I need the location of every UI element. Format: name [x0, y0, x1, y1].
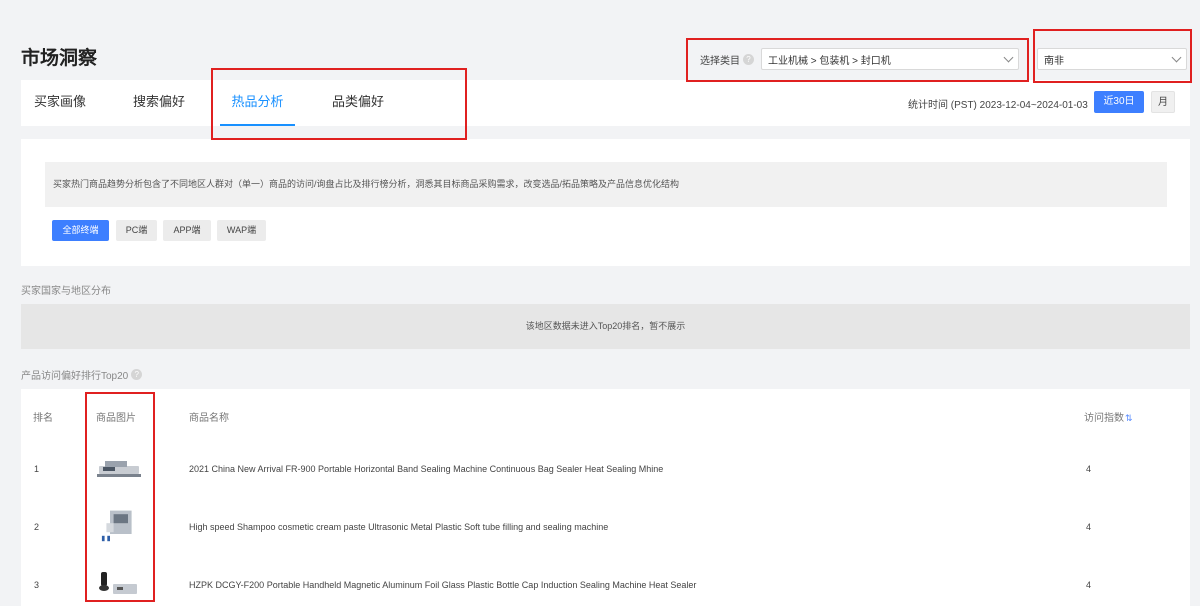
period-30-days-button[interactable]: 近30日	[1094, 91, 1144, 113]
table-row[interactable]: 1 2021 China New Arrival FR-900 Portable…	[21, 440, 1190, 498]
ranking-section-title: 产品访问偏好排行Top20 ?	[21, 367, 143, 382]
tab-label: 买家画像	[34, 94, 87, 109]
period-month-button[interactable]: 月	[1151, 91, 1175, 113]
tab-hot-product-analysis[interactable]: 热品分析	[220, 80, 295, 126]
induction-sealer-image[interactable]	[95, 568, 143, 604]
stat-time: 统计时间 (PST) 2023-12-04~2024-01-03	[908, 100, 1088, 111]
header-rank: 排名	[33, 413, 53, 424]
band-sealer-image[interactable]	[95, 451, 143, 487]
header-image: 商品图片	[96, 413, 136, 424]
tab-bar: 买家画像 搜索偏好 热品分析 品类偏好 统计时间 (PST) 2023-12-0…	[21, 80, 1190, 126]
help-icon[interactable]: ?	[743, 53, 754, 65]
region-empty-message: 该地区数据未进入Top20排名，暂不展示	[21, 304, 1190, 349]
active-tab-indicator	[220, 124, 295, 126]
region-value: 南非	[1044, 55, 1064, 67]
rank-cell: 2	[34, 522, 40, 532]
tab-label: 品类偏好	[332, 94, 385, 109]
header-product-name: 商品名称	[189, 413, 229, 424]
chevron-down-icon	[1003, 52, 1014, 62]
sort-icon[interactable]: ⇅	[1125, 413, 1133, 423]
category-label: 选择类目	[700, 55, 740, 67]
tab-label: 热品分析	[231, 94, 284, 109]
ranking-table: 排名 商品图片 商品名称 访问指数⇅ 1 2021 China New Arri…	[21, 389, 1190, 606]
table-row[interactable]: 2 High speed Shampoo cosmetic cream past…	[21, 498, 1190, 556]
region-section-title: 买家国家与地区分布	[21, 282, 111, 297]
category-value: 工业机械 > 包装机 > 封口机	[768, 55, 891, 67]
help-icon[interactable]: ?	[131, 369, 143, 380]
visit-index-cell: 4	[1086, 580, 1092, 590]
region-select[interactable]: 南非	[1037, 48, 1187, 70]
visit-index-cell: 4	[1086, 464, 1092, 474]
category-filter: 选择类目 ? 工业机械 > 包装机 > 封口机	[700, 48, 1019, 70]
chevron-down-icon	[1171, 52, 1182, 62]
tab-category-preference[interactable]: 品类偏好	[332, 80, 384, 126]
visit-index-cell: 4	[1086, 522, 1092, 532]
product-name-cell[interactable]: High speed Shampoo cosmetic cream paste …	[189, 522, 608, 532]
visit-index-label: 访问指数	[1084, 413, 1124, 424]
intro-text: 买家热门商品趋势分析包含了不同地区人群对（单一）商品的访问/询盘占比及排行榜分析…	[45, 162, 1167, 207]
terminal-pc-button[interactable]: PC端	[116, 220, 157, 241]
product-name-cell[interactable]: HZPK DCGY-F200 Portable Handheld Magneti…	[189, 580, 696, 590]
terminal-all-button[interactable]: 全部终端	[52, 220, 109, 241]
region-section-label: 买家国家与地区分布	[21, 286, 111, 297]
rank-cell: 3	[34, 580, 40, 590]
header-visit-index[interactable]: 访问指数⇅	[1084, 409, 1133, 424]
product-name-cell[interactable]: 2021 China New Arrival FR-900 Portable H…	[189, 464, 663, 474]
tab-buyer-profile[interactable]: 买家画像	[34, 80, 86, 126]
rank-cell: 1	[34, 464, 40, 474]
terminal-wap-button[interactable]: WAP端	[217, 220, 266, 241]
tab-label: 搜索偏好	[133, 94, 186, 109]
ranking-title: 产品访问偏好排行Top20	[21, 371, 129, 382]
tube-filler-image[interactable]	[95, 507, 143, 543]
terminal-app-button[interactable]: APP端	[163, 220, 211, 241]
category-select[interactable]: 工业机械 > 包装机 > 封口机	[761, 48, 1019, 70]
tab-search-preference[interactable]: 搜索偏好	[133, 80, 185, 126]
page-title: 市场洞察	[21, 48, 98, 69]
table-row[interactable]: 3 HZPK DCGY-F200 Portable Handheld Magne…	[21, 556, 1190, 606]
intro-card: 买家热门商品趋势分析包含了不同地区人群对（单一）商品的访问/询盘占比及排行榜分析…	[21, 139, 1190, 266]
